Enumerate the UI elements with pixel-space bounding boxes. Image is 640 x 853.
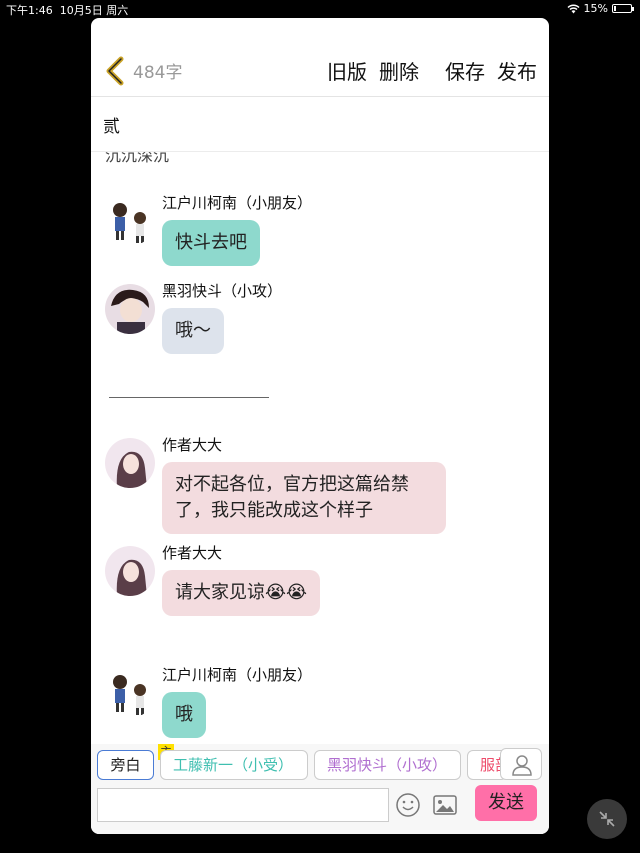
sender-name: 江户川柯南（小朋友） — [162, 666, 313, 684]
delete-button[interactable]: 删除 — [379, 56, 419, 85]
input-bar: 发送 — [91, 784, 549, 834]
status-bar: 下午1:46 10月5日 周六 15% — [0, 0, 640, 18]
message-bubble[interactable]: 请大家见谅😭😭 — [162, 570, 321, 616]
sender-name: 作者大大 — [162, 544, 223, 562]
message-text: 对不起各位，官方把这篇给禁了，我只能改成这个样子 — [175, 474, 409, 521]
sender-name: 作者大大 — [162, 436, 223, 454]
title-bar: 贰 — [91, 96, 549, 152]
add-role-button[interactable] — [500, 748, 542, 780]
battery-icon — [612, 4, 634, 13]
divider-line — [109, 397, 269, 398]
message-bubble[interactable]: 对不起各位，官方把这篇给禁了，我只能改成这个样子 — [162, 462, 446, 534]
role-kaito-button[interactable]: 黑羽快斗（小攻） — [314, 750, 461, 780]
top-toolbar: 484字 旧版 删除 保存 发布 — [91, 18, 549, 96]
role-kudo-button[interactable]: 工藤新一（小受） — [160, 750, 308, 780]
status-date: 10月5日 周六 — [59, 4, 129, 17]
status-time-date: 下午1:46 10月5日 周六 — [6, 2, 128, 18]
avatar-author — [105, 546, 155, 596]
avatar-conan — [105, 196, 155, 246]
role-narration-button[interactable]: 旁白 — [97, 750, 154, 780]
battery-fill — [614, 6, 617, 11]
message-bubble[interactable]: 哦 — [162, 692, 206, 738]
message-text: 哦 — [175, 704, 193, 725]
old-version-button[interactable]: 旧版 — [327, 56, 367, 85]
message-input[interactable] — [97, 788, 389, 822]
message-text: 快斗去吧 — [175, 232, 247, 253]
cutoff-text: 沉沉深沉 — [105, 152, 170, 165]
battery-percent: 15% — [583, 2, 608, 15]
message-text: 请大家见谅😭😭 — [175, 582, 308, 603]
editor-sheet: 484字 旧版 删除 保存 发布 贰 沉沉深沉 江户川柯南（小朋友） 快斗去吧 … — [91, 18, 549, 834]
collapse-arrows-icon — [599, 811, 615, 827]
avatar-conan — [105, 668, 155, 718]
role-selector-bar: 旁白 主 工藤新一（小受） 黑羽快斗（小攻） 服部 — [91, 744, 549, 784]
sender-name: 黑羽快斗（小攻） — [162, 282, 283, 300]
send-button[interactable]: 发送 — [475, 785, 537, 821]
message-bubble[interactable]: 哦～ — [162, 308, 224, 354]
status-right: 15% — [567, 2, 634, 15]
person-icon — [512, 755, 532, 776]
chat-area[interactable]: 沉沉深沉 江户川柯南（小朋友） 快斗去吧 黑羽快斗（小攻） 哦～ 作者大大 对不… — [91, 152, 549, 744]
save-button[interactable]: 保存 — [445, 56, 485, 85]
message-text: 哦～ — [175, 320, 211, 341]
image-icon[interactable] — [432, 792, 458, 818]
status-time: 下午1:46 — [6, 4, 53, 17]
message-bubble[interactable]: 快斗去吧 — [162, 220, 260, 266]
word-count: 484字 — [133, 63, 183, 83]
publish-button[interactable]: 发布 — [497, 56, 537, 85]
avatar-kaito — [105, 284, 155, 334]
chevron-left-icon[interactable] — [103, 56, 127, 86]
wifi-icon — [567, 4, 580, 13]
avatar-author — [105, 438, 155, 488]
sender-name: 江户川柯南（小朋友） — [162, 194, 313, 212]
collapse-button[interactable] — [587, 799, 627, 839]
doc-title[interactable]: 贰 — [103, 112, 120, 137]
emoji-icon[interactable] — [395, 792, 421, 818]
